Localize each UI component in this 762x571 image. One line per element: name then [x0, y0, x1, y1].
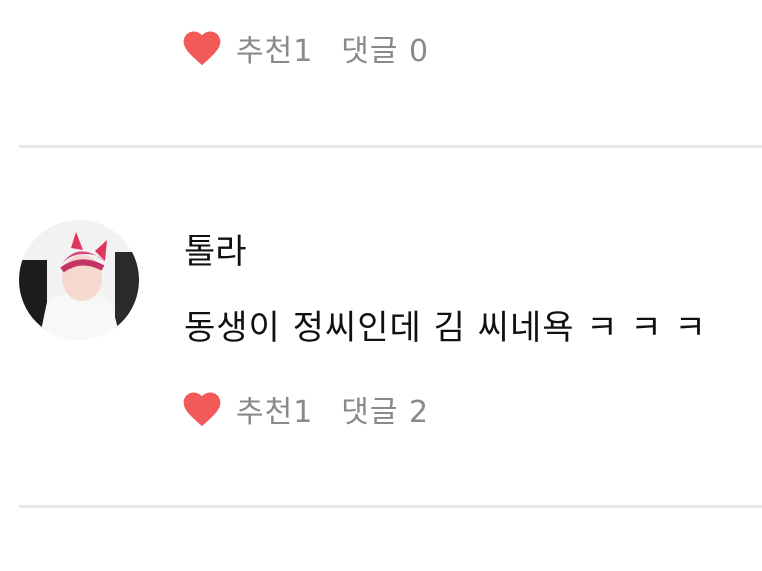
- comment-author[interactable]: 톨라: [184, 224, 247, 273]
- post-stats: 추천1 댓글 0: [180, 24, 429, 72]
- heart-icon[interactable]: [180, 26, 224, 70]
- comments-count[interactable]: 댓글 2: [341, 387, 429, 431]
- divider: [19, 505, 762, 508]
- comment-text: 동생이 정씨인데 김 씨네욕 ㅋ ㅋ ㅋ: [184, 308, 707, 348]
- avatar[interactable]: [19, 220, 139, 340]
- heart-icon[interactable]: [180, 387, 224, 431]
- comments-count[interactable]: 댓글 0: [341, 26, 429, 70]
- likes-count[interactable]: 추천1: [236, 26, 313, 70]
- likes-count[interactable]: 추천1: [236, 387, 313, 431]
- divider: [19, 145, 762, 148]
- post-stats: 추천1 댓글 2: [180, 385, 429, 433]
- comment-thread: 추천1 댓글 0 톨라 동생이 정씨인데 김 씨네욕 ㅋ ㅋ ㅋ 추천1 댓글 …: [0, 0, 762, 571]
